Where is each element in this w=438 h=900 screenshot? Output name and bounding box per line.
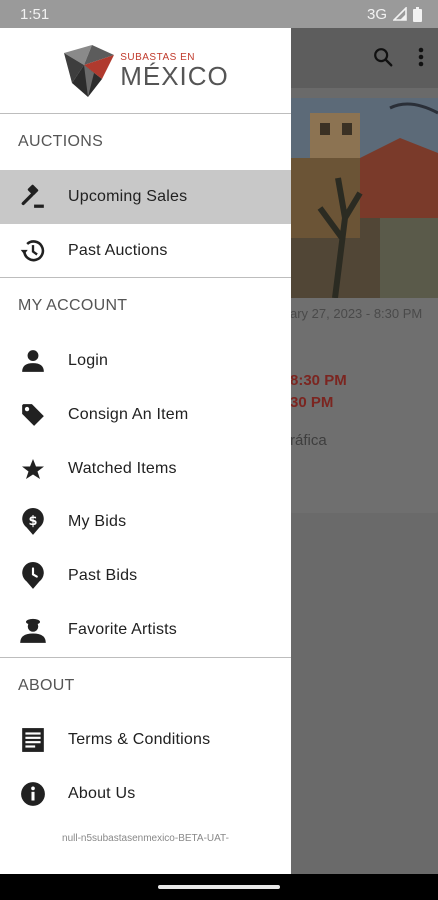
auction-end-time: 30 PM: [290, 394, 334, 411]
status-bar: 1:51 3G: [0, 0, 438, 28]
drawer-item-upcoming-sales[interactable]: Upcoming Sales: [0, 170, 291, 224]
drawer-item-label: Past Bids: [68, 566, 138, 584]
svg-text:$: $: [29, 515, 38, 530]
search-icon[interactable]: [372, 46, 394, 68]
signal-icon: [393, 7, 407, 21]
drawer-item-terms[interactable]: Terms & Conditions: [0, 714, 291, 768]
battery-icon: [413, 6, 422, 22]
status-indicators: 3G: [367, 6, 422, 23]
drawer-item-label: My Bids: [68, 513, 127, 531]
drawer-item-consign[interactable]: Consign An Item: [0, 388, 291, 442]
person-icon: [18, 346, 48, 376]
drawer-item-label: Past Auctions: [68, 241, 168, 259]
tag-icon: [18, 400, 48, 430]
auction-card[interactable]: ary 27, 2023 - 8:30 PM 8:30 PM 30 PM ráf…: [290, 98, 438, 513]
app-version: null-n5subastasenmexico-BETA-UAT-: [62, 832, 229, 844]
clock-pin-icon: [18, 561, 48, 591]
drawer-item-label: Watched Items: [68, 459, 177, 477]
drawer-item-label: Upcoming Sales: [68, 187, 188, 205]
drawer-item-label: Login: [68, 352, 109, 370]
drawer-item-login[interactable]: Login: [0, 334, 291, 388]
status-time: 1:51: [20, 5, 50, 23]
drawer-item-label: Consign An Item: [68, 405, 189, 423]
auction-start-time: 8:30 PM: [290, 372, 347, 389]
document-icon: [18, 725, 48, 755]
drawer-item-label: Favorite Artists: [68, 620, 178, 638]
home-gesture-handle[interactable]: [158, 885, 280, 889]
dollar-pin-icon: $: [18, 507, 48, 537]
system-nav-bar: [0, 874, 438, 900]
auction-category: ráfica: [290, 432, 327, 449]
logo-mark-icon: [64, 44, 115, 97]
drawer-item-label: About Us: [68, 785, 136, 803]
drawer-item-about-us[interactable]: About Us: [0, 767, 291, 821]
star-icon: [18, 454, 48, 484]
artwork-image: [290, 98, 438, 298]
info-icon: [18, 779, 48, 809]
more-vert-icon[interactable]: [418, 47, 424, 67]
logo-text: SUBASTAS EN MÉXICO: [120, 52, 229, 91]
brand-logo: SUBASTAS EN MÉXICO: [62, 43, 229, 99]
drawer-item-past-auctions[interactable]: Past Auctions: [0, 224, 291, 278]
navigation-drawer: SUBASTAS EN MÉXICO AUCTIONS Upcoming Sal…: [0, 28, 291, 874]
gavel-icon: [18, 182, 48, 212]
drawer-header: SUBASTAS EN MÉXICO: [0, 28, 291, 114]
auction-date: ary 27, 2023 - 8:30 PM: [290, 306, 423, 321]
logo-title: MÉXICO: [120, 60, 229, 91]
history-icon: [18, 236, 48, 266]
drawer-item-my-bids[interactable]: $ My Bids: [0, 495, 291, 549]
section-title-auctions: AUCTIONS: [18, 133, 104, 150]
drawer-item-favorite-artists[interactable]: Favorite Artists: [0, 603, 291, 657]
section-title-account: MY ACCOUNT: [18, 297, 128, 315]
drawer-item-past-bids[interactable]: Past Bids: [0, 549, 291, 603]
drawer-item-watched[interactable]: Watched Items: [0, 442, 291, 496]
section-title-about: ABOUT: [18, 676, 75, 694]
artist-icon: [18, 615, 48, 645]
drawer-item-label: Terms & Conditions: [68, 731, 211, 749]
network-type: 3G: [366, 5, 387, 23]
